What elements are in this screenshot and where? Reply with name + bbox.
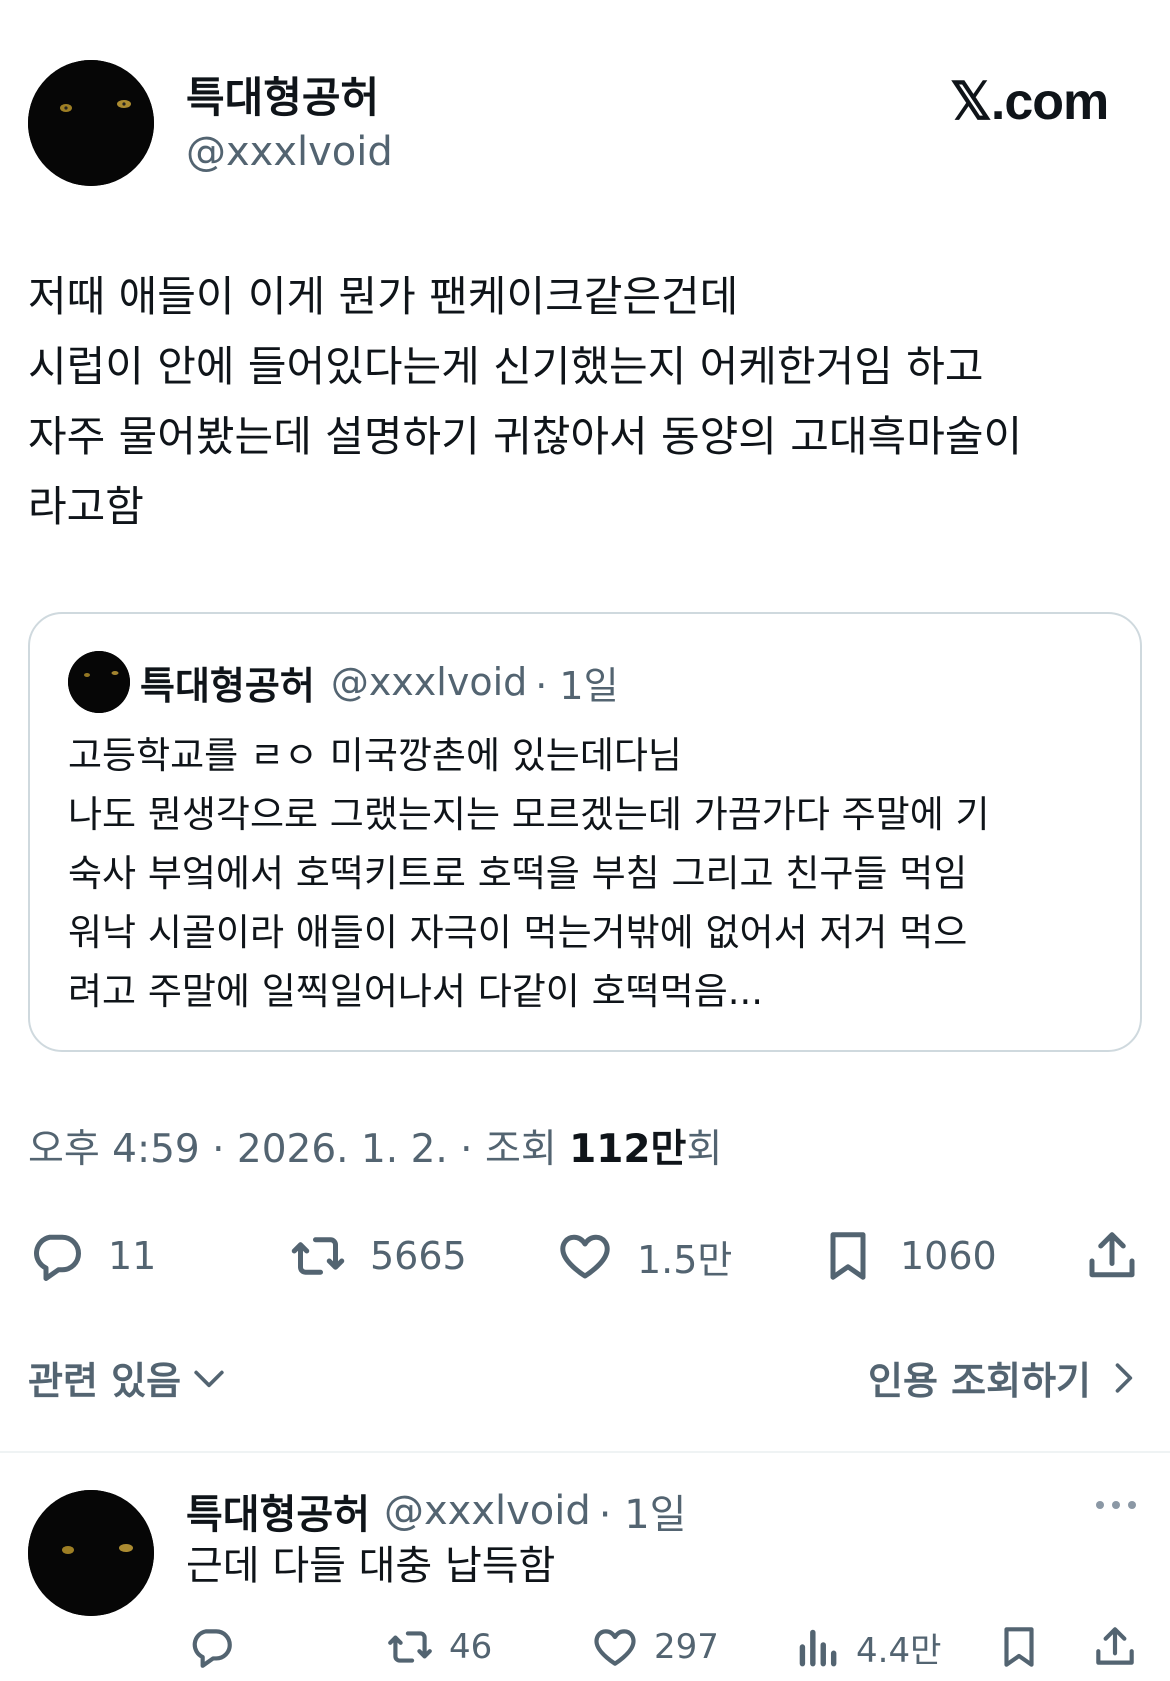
x-logo: 𝕏.com [950, 73, 1109, 131]
reply-repost-count: 46 [449, 1627, 493, 1667]
view-count: 112만 [569, 1127, 687, 1172]
quoted-time: · 1일 [535, 663, 619, 708]
author-avatar[interactable] [28, 60, 154, 186]
more-icon [1096, 1501, 1136, 1509]
quoted-tweet-card[interactable]: 특대형공허 @xxxlvoid · 1일 고등학교를 ㄹㅇ 미국깡촌에 있는데다… [28, 612, 1142, 1052]
view-count-suffix: 회 [686, 1127, 723, 1172]
repost-icon [388, 1631, 432, 1663]
repost-icon [291, 1237, 345, 1275]
view-quotes-label: 인용 조회하기 [868, 1359, 1091, 1403]
like-icon [560, 1234, 610, 1279]
quoted-author-avatar [68, 651, 130, 713]
repost-count: 5665 [370, 1234, 467, 1278]
quoted-author-handle: @xxxlvoid [330, 660, 528, 704]
quoted-tweet-header: 특대형공허 @xxxlvoid · 1일 [68, 650, 619, 714]
share-icon [1096, 1627, 1134, 1665]
reply-repost-button[interactable]: 46 [385, 1622, 492, 1672]
quoted-tweet-text: 고등학교를 ㄹㅇ 미국깡촌에 있는데다님 나도 뭔생각으로 그랬는지는 모르겠는… [68, 734, 990, 1013]
bookmark-icon [830, 1232, 866, 1280]
view-quotes-link[interactable]: 인용 조회하기 [868, 1350, 1145, 1405]
reply-bookmark-button[interactable] [994, 1622, 1058, 1672]
reply-like-count: 297 [654, 1627, 719, 1667]
reply-button[interactable]: 11 [26, 1226, 156, 1286]
section-divider [0, 1451, 1170, 1453]
bookmark-count: 1060 [900, 1234, 997, 1278]
views-icon [799, 1629, 837, 1667]
reply-time: · 1일 [598, 1492, 687, 1538]
author-name[interactable]: 특대형공허 [186, 70, 379, 126]
author-handle[interactable]: @xxxlvoid [186, 126, 393, 178]
share-icon [1089, 1232, 1135, 1278]
reply-count: 11 [108, 1234, 157, 1278]
reply-text: 근데 다들 대충 납득함 [186, 1543, 556, 1589]
reply-author-handle[interactable]: @xxxlvoid [384, 1488, 591, 1534]
bookmark-icon [1004, 1627, 1034, 1667]
related-label: 관련 있음 [28, 1359, 182, 1403]
reply-author-name[interactable]: 특대형공허 [186, 1482, 370, 1540]
tweet-meta: 오후 4:59 · 2026. 1. 2. · 조회 112만회 [28, 1124, 722, 1176]
reply-icon [192, 1629, 232, 1668]
repost-button[interactable]: 5665 [288, 1226, 467, 1286]
share-button[interactable] [1082, 1226, 1142, 1286]
chevron-down-icon [194, 1370, 224, 1387]
reply-views-button[interactable]: 4.4만 [792, 1622, 941, 1672]
bookmark-button[interactable]: 1060 [818, 1226, 997, 1286]
like-button[interactable]: 1.5만 [555, 1226, 732, 1286]
chevron-right-icon [1115, 1362, 1133, 1393]
reply-reply-button[interactable] [186, 1622, 250, 1672]
quoted-author-name: 특대형공허 [140, 663, 315, 708]
tweet-text: 저때 애들이 이게 뭔가 팬케이크같은건데 시럽이 안에 들어있다는게 신기했는… [28, 272, 1023, 531]
reply-author-avatar[interactable] [28, 1490, 154, 1616]
reply-like-button[interactable]: 297 [590, 1622, 719, 1672]
like-icon [594, 1629, 636, 1666]
related-dropdown[interactable]: 관련 있음 [28, 1350, 231, 1405]
reply-header: 특대형공허 @xxxlvoid · 1일 [186, 1484, 686, 1538]
tweet-timestamp: 오후 4:59 · 2026. 1. 2. · 조회 [28, 1127, 570, 1172]
like-count: 1.5만 [637, 1237, 733, 1282]
more-options-button[interactable] [1094, 1496, 1138, 1515]
reply-view-count: 4.4만 [856, 1630, 942, 1671]
reply-share-button[interactable] [1090, 1622, 1140, 1672]
reply-icon [34, 1234, 81, 1281]
